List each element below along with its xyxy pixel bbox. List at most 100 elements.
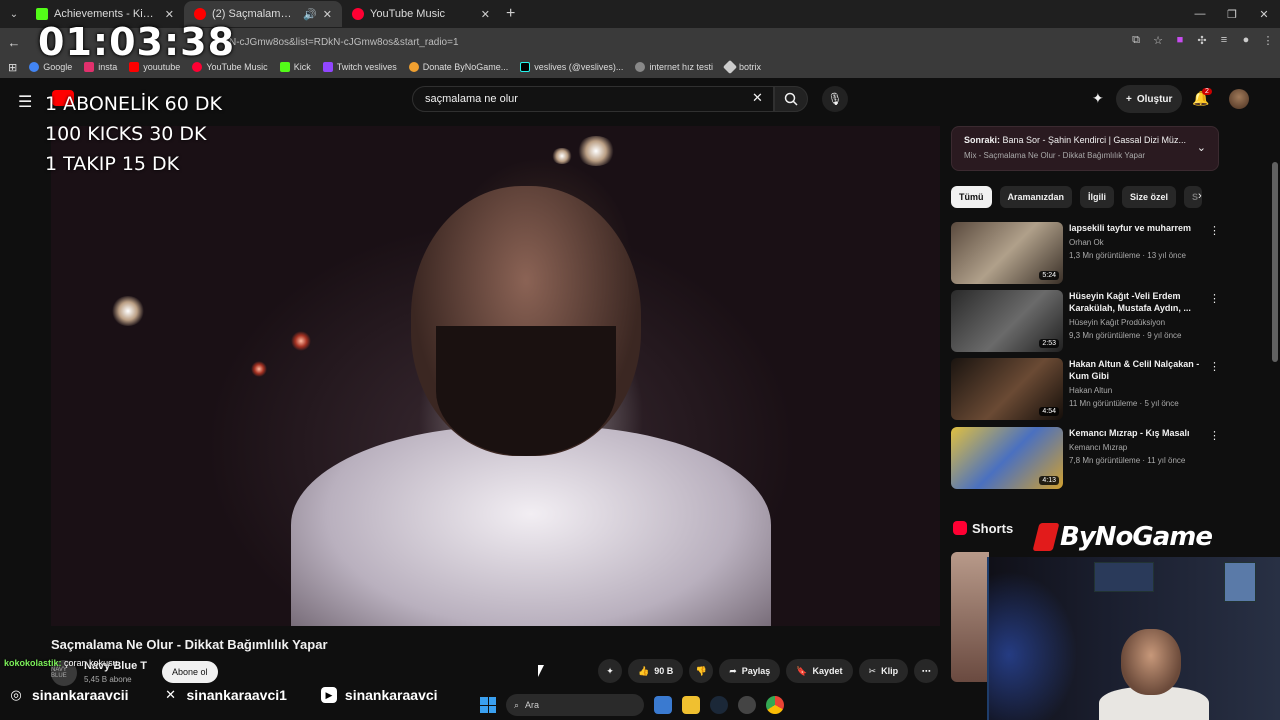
clip-button[interactable]: ✂ Klip: [858, 659, 909, 683]
chip-all[interactable]: Tümü: [951, 186, 992, 208]
windows-start-icon[interactable]: [480, 697, 496, 713]
recommendation-title: Kemancı Mızrap - Kış Masalı: [1069, 428, 1190, 438]
steam-icon[interactable]: [710, 696, 728, 714]
up-next-panel[interactable]: Sonraki: Bana Sor - Şahin Kendirci | Gas…: [951, 126, 1219, 171]
like-button[interactable]: 👍 90 B: [628, 659, 684, 683]
webcam-overlay: [987, 557, 1280, 720]
page-scrollbar[interactable]: [1272, 162, 1278, 362]
search-input[interactable]: saçmalama ne olur: [412, 86, 774, 112]
youtube-favicon-icon: [194, 8, 206, 20]
store-app-icon[interactable]: [654, 696, 672, 714]
apps-grid-icon[interactable]: ⊞: [8, 61, 17, 74]
bookmark-tiktok[interactable]: veslives (@veslives)...: [520, 62, 623, 72]
video-thumbnail: 2:53: [951, 290, 1063, 352]
social-x: ✕ sinankaraavci1: [163, 687, 287, 703]
close-tab-icon[interactable]: ✕: [165, 8, 174, 21]
taskbar-search[interactable]: ⌕ Ara: [506, 694, 644, 716]
gaming-icon[interactable]: ✦: [1092, 90, 1104, 107]
save-button[interactable]: 🔖 Kaydet: [786, 659, 853, 683]
social-youtube: ▶ sinankaraavci: [320, 687, 438, 703]
kebab-menu-icon[interactable]: ⋮: [1209, 360, 1220, 373]
recommendation-item[interactable]: 4:13 Kemancı Mızrap - Kış Masalı Kemancı…: [951, 427, 1221, 489]
windows-taskbar: ⌕ Ara: [480, 690, 800, 720]
share-button[interactable]: ➦ Paylaş: [719, 659, 781, 683]
chrome-icon[interactable]: [766, 696, 784, 714]
filter-chips: Tümü Aramanızdan İlgili Size özel S: [951, 186, 1203, 208]
bookmark-label: botrix: [738, 62, 761, 72]
media-control-icon[interactable]: ≡: [1218, 34, 1230, 46]
close-tab-icon[interactable]: ✕: [481, 8, 490, 21]
speedtest-icon: [635, 62, 646, 72]
thumbs-down-icon: 👎: [695, 665, 707, 676]
chip-from-search[interactable]: Aramanızdan: [999, 186, 1073, 208]
kebab-menu-icon[interactable]: ⋮: [1262, 34, 1274, 47]
scissors-icon: ✂: [868, 665, 877, 676]
dislike-button[interactable]: 👎: [689, 659, 714, 683]
hamburger-menu-icon[interactable]: ☰: [18, 92, 32, 112]
shorts-icon: [953, 521, 967, 535]
kebab-menu-icon[interactable]: ⋮: [1209, 224, 1220, 237]
chip-related[interactable]: İlgili: [1080, 186, 1115, 208]
chevron-right-icon[interactable]: ›: [1198, 190, 1202, 202]
clear-search-icon[interactable]: ✕: [752, 90, 763, 106]
account-avatar[interactable]: [1229, 89, 1249, 109]
voice-search-button[interactable]: 🎙: [822, 86, 848, 112]
gaming-action-button[interactable]: ✦: [598, 659, 622, 683]
subscribe-button[interactable]: Abone ol: [162, 661, 218, 683]
webcam-neon-light: [989, 557, 1089, 720]
profile-icon[interactable]: ●: [1240, 34, 1252, 46]
x-icon: ✕: [165, 687, 176, 702]
video-frame-light: [551, 148, 573, 164]
app-icon[interactable]: [738, 696, 756, 714]
kick-icon: [279, 62, 290, 72]
more-actions-button[interactable]: ⋯: [914, 659, 939, 683]
install-app-icon[interactable]: ⧉: [1130, 34, 1142, 46]
video-player[interactable]: [51, 126, 940, 626]
shorts-thumbnail[interactable]: [951, 552, 989, 682]
tab-search-icon[interactable]: ⌄: [2, 2, 26, 26]
back-arrow-icon[interactable]: ←: [0, 35, 28, 50]
extension-icon[interactable]: ■: [1174, 34, 1186, 46]
video-frame-light: [111, 296, 145, 326]
video-frame-light: [576, 136, 616, 166]
recommendation-item[interactable]: 5:24 lapsekili tayfur ve muharrem Orhan …: [951, 222, 1221, 284]
puzzle-icon[interactable]: ✣: [1196, 34, 1208, 47]
address-bar-actions: ⧉ ☆ ■ ✣ ≡ ● ⋮: [1130, 34, 1274, 47]
close-window-icon[interactable]: ✕: [1248, 0, 1280, 28]
maximize-icon[interactable]: ❐: [1216, 0, 1248, 28]
new-tab-icon[interactable]: +: [506, 5, 515, 23]
clip-label: Klip: [881, 666, 899, 676]
goal-line: 1 TAKIP 15 DK: [45, 153, 180, 175]
bookmark-botrix[interactable]: botrix: [722, 59, 761, 75]
video-thumbnail: 4:54: [951, 358, 1063, 420]
bookmark-twitch[interactable]: Twitch veslives: [322, 62, 397, 72]
kebab-menu-icon[interactable]: ⋮: [1209, 429, 1220, 442]
webcam-poster: [1094, 562, 1154, 592]
donate-icon: [408, 62, 419, 72]
minimize-icon[interactable]: —: [1184, 0, 1216, 28]
kebab-menu-icon[interactable]: ⋮: [1209, 292, 1220, 305]
bookmark-star-icon[interactable]: ☆: [1152, 34, 1164, 47]
bookmark-donate[interactable]: Donate ByNoGame...: [408, 62, 508, 72]
chip-for-you[interactable]: Size özel: [1122, 186, 1177, 208]
goal-line: 100 KICKS 30 DK: [45, 123, 207, 145]
bookmark-icon: 🔖: [796, 665, 808, 676]
bookmark-speedtest[interactable]: internet hız testi: [635, 62, 713, 72]
duration-badge: 4:54: [1039, 407, 1059, 416]
tab-youtube-music[interactable]: YouTube Music ✕: [342, 1, 500, 27]
bynogame-flag-icon: [1032, 523, 1060, 551]
close-tab-icon[interactable]: ✕: [323, 8, 332, 21]
twitch-icon: [322, 62, 333, 72]
speaker-icon[interactable]: 🔊: [303, 8, 317, 21]
bookmark-kick[interactable]: Kick: [279, 62, 311, 72]
recommendation-channel: Orhan Ok: [1069, 238, 1104, 247]
url-text[interactable]: kN-cJGmw8os&list=RDkN-cJGmw8os&start_rad…: [224, 37, 459, 48]
file-explorer-icon[interactable]: [682, 696, 700, 714]
up-next-prefix: Sonraki:: [964, 135, 1001, 145]
recommendation-item[interactable]: 4:54 Hakan Altun & Celil Nalçakan - Kum …: [951, 358, 1221, 420]
recommendation-item[interactable]: 2:53 Hüseyin Kağıt -Veli Erdem Karakülah…: [951, 290, 1221, 352]
window-controls: — ❐ ✕: [1184, 0, 1280, 28]
create-button[interactable]: + Oluştur: [1116, 85, 1183, 113]
search-button[interactable]: [774, 86, 808, 112]
chevron-down-icon[interactable]: ⌄: [1197, 141, 1206, 154]
